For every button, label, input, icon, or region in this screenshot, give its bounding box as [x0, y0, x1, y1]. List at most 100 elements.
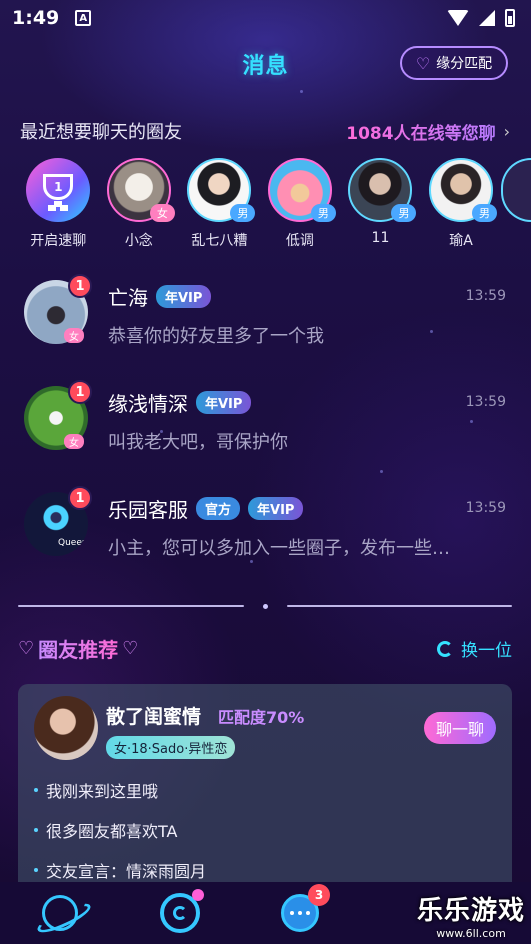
friend-name: 瑜A: [449, 233, 473, 249]
message-name-row: 缘浅情深 年VIP: [108, 388, 252, 417]
chevron-right-icon[interactable]: ›: [504, 122, 510, 141]
status-time: 1:49: [12, 7, 60, 29]
profile-info-tag: 女·18·Sado·异性恋: [106, 736, 236, 759]
message-row[interactable]: Queer 1 乐园客服 官方 年VIP 13:59 小主，您可以多加入一些圈子…: [24, 486, 510, 572]
avatar-label: Queer: [58, 538, 86, 548]
gender-badge: 女: [64, 328, 84, 343]
unread-badge: 1: [68, 380, 92, 404]
friend-avatar[interactable]: 女: [106, 158, 175, 222]
decor-dot: [300, 90, 303, 93]
friend-name: 小念: [124, 233, 153, 249]
unread-badge: 1: [68, 274, 92, 298]
message-row[interactable]: 1 女 缘浅情深 年VIP 13:59 叫我老大吧，哥保护你: [24, 380, 510, 466]
contact-name: 亡海: [108, 286, 148, 310]
notification-icon: A: [75, 10, 92, 26]
unread-badge: 1: [68, 486, 92, 510]
vip-tag: 年VIP: [156, 285, 212, 308]
online-count-link[interactable]: 1084人在线等您聊: [346, 119, 495, 144]
gender-badge: 女: [149, 204, 175, 222]
message-time: 13:59: [465, 288, 506, 304]
official-tag: 官方: [196, 497, 241, 520]
recent-friends-header: 最近想要聊天的圈友 1084人在线等您聊 ›: [20, 118, 510, 144]
heart-icon: ♡: [18, 638, 35, 659]
recommend-avatar[interactable]: [34, 696, 98, 760]
divider-dot: [263, 603, 268, 609]
message-time: 13:59: [465, 500, 506, 516]
decor-dot: [380, 470, 383, 473]
recent-friends-label: 最近想要聊天的圈友: [20, 122, 182, 143]
recommend-card[interactable]: 散了闺蜜情 匹配度70% 女·18·Sado·异性恋 聊一聊 我刚来到这里哦 很…: [18, 684, 512, 904]
recommend-name: 散了闺蜜情: [106, 706, 202, 728]
gender-badge: 女: [64, 434, 84, 449]
friend-name: 低调: [285, 233, 314, 249]
friend-avatar[interactable]: 男: [187, 158, 256, 222]
gender-badge: 男: [310, 204, 336, 222]
friend-item[interactable]: 女 小念: [99, 158, 180, 250]
planet-icon: [42, 895, 78, 931]
status-icons: [447, 9, 515, 27]
speed-chat-item[interactable]: 1 开启速聊: [18, 158, 99, 250]
signal-icon: [479, 10, 495, 26]
fate-match-button[interactable]: ♡ 缘分匹配: [400, 46, 508, 80]
refresh-button[interactable]: 换一位: [437, 636, 512, 661]
section-divider: [18, 603, 512, 609]
recommend-title: 圈友推荐: [38, 634, 118, 663]
refresh-icon: [437, 640, 453, 657]
nav-ring[interactable]: [120, 889, 240, 933]
fate-match-label: 缘分匹配: [436, 56, 493, 72]
message-badge: 3: [308, 884, 330, 906]
friend-item[interactable]: 男 乱七八糟: [179, 158, 260, 250]
friend-avatar[interactable]: 男: [267, 158, 336, 222]
message-preview: 叫我老大吧，哥保护你: [108, 432, 288, 453]
gender-badge: 男: [391, 204, 417, 222]
heart-icon: ♡: [415, 53, 431, 73]
contact-name: 缘浅情深: [108, 392, 188, 416]
recommend-point: 很多圈友都喜欢TA: [34, 818, 177, 842]
heart-icon: ♡: [122, 638, 139, 659]
recommend-point: 我刚来到这里哦: [34, 778, 158, 802]
friend-name: 11: [371, 230, 390, 246]
message-name-row: 乐园客服 官方 年VIP: [108, 494, 304, 523]
recent-friends-list: 1 开启速聊 女 小念 男 乱七八糟 男 低调 男 11 男 瑜A: [18, 158, 531, 250]
nav-planet[interactable]: [0, 895, 120, 931]
wifi-icon: [447, 10, 469, 26]
friend-item[interactable]: 男 低调: [260, 158, 341, 250]
status-bar: 1:49 A: [0, 0, 531, 36]
message-preview: 小主，您可以多加入一些圈子，发布一些…: [108, 538, 450, 559]
bullet-icon: [34, 868, 38, 872]
message-name-row: 亡海 年VIP: [108, 282, 212, 311]
nav-messages[interactable]: 3: [240, 884, 360, 932]
friend-avatar[interactable]: 男: [348, 158, 417, 222]
trophy-icon: 1: [43, 174, 74, 207]
chat-button[interactable]: 聊一聊: [424, 712, 496, 744]
watermark-url: www.6ll.com: [436, 927, 506, 940]
friend-avatar-partial[interactable]: [501, 158, 531, 222]
bottom-nav: 3 乐乐游戏 www.6ll.com: [0, 882, 531, 944]
watermark-logo: 乐乐游戏 www.6ll.com: [417, 890, 525, 940]
recommend-title-group: ♡ 圈友推荐 ♡: [18, 634, 138, 663]
divider-line: [287, 605, 512, 607]
friend-name: 乱七八糟: [191, 233, 248, 249]
match-degree: 匹配度70%: [218, 708, 305, 727]
vip-tag: 年VIP: [248, 497, 304, 520]
recommend-header: ♡ 圈友推荐 ♡ 换一位: [18, 634, 512, 663]
message-row[interactable]: 1 女 亡海 年VIP 13:59 恭喜你的好友里多了一个我: [24, 274, 510, 360]
refresh-label: 换一位: [461, 641, 512, 661]
message-preview: 恭喜你的好友里多了一个我: [108, 326, 324, 347]
bullet-icon: [34, 828, 38, 832]
contact-name: 乐园客服: [108, 498, 188, 522]
bullet-icon: [34, 788, 38, 792]
friend-item[interactable]: 男 11: [340, 158, 421, 250]
friend-item[interactable]: 男 瑜A: [421, 158, 502, 250]
message-time: 13:59: [465, 394, 506, 410]
recommend-point: 交友宣言：情深雨圆月: [34, 858, 206, 882]
friend-avatar[interactable]: 男: [429, 158, 497, 222]
divider-line: [18, 605, 244, 607]
gender-badge: 男: [230, 204, 256, 222]
speed-chat-label: 开启速聊: [30, 233, 87, 249]
speed-chat-button[interactable]: 1: [26, 158, 91, 222]
watermark-title: 乐乐游戏: [416, 896, 525, 926]
notification-dot: [192, 889, 204, 901]
battery-icon: [505, 9, 515, 27]
gender-badge: 男: [472, 204, 497, 222]
